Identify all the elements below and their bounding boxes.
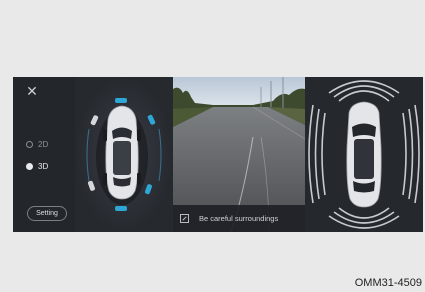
top-view-graphic (308, 80, 420, 229)
sensor-front-center (115, 98, 127, 103)
control-panel: ✕ 2D 3D Setting (13, 77, 75, 232)
camera-warning-bar: Be careful surroundings (173, 205, 305, 232)
parking-assist-screen: ✕ 2D 3D Setting Be careful surroundings (13, 77, 423, 232)
roof (113, 141, 131, 175)
close-icon[interactable]: ✕ (25, 84, 39, 98)
setting-button[interactable]: Setting (27, 206, 67, 221)
mode-label-2d: 2D (38, 139, 49, 149)
radio-2d[interactable] (26, 140, 33, 148)
expand-icon[interactable] (180, 214, 189, 223)
3d-car-view[interactable] (75, 77, 173, 232)
warning-text: Be careful surroundings (199, 214, 279, 223)
mode-option-2d[interactable]: 2D (26, 138, 48, 150)
figure-code: OMM31-4509 (354, 277, 422, 289)
top-down-view[interactable] (305, 77, 423, 232)
sensor-rear-center (115, 206, 127, 211)
mode-option-3d[interactable]: 3D (26, 160, 48, 172)
radio-3d[interactable] (26, 162, 33, 170)
mode-label-3d: 3D (38, 161, 49, 171)
3d-car-graphic (75, 77, 173, 232)
